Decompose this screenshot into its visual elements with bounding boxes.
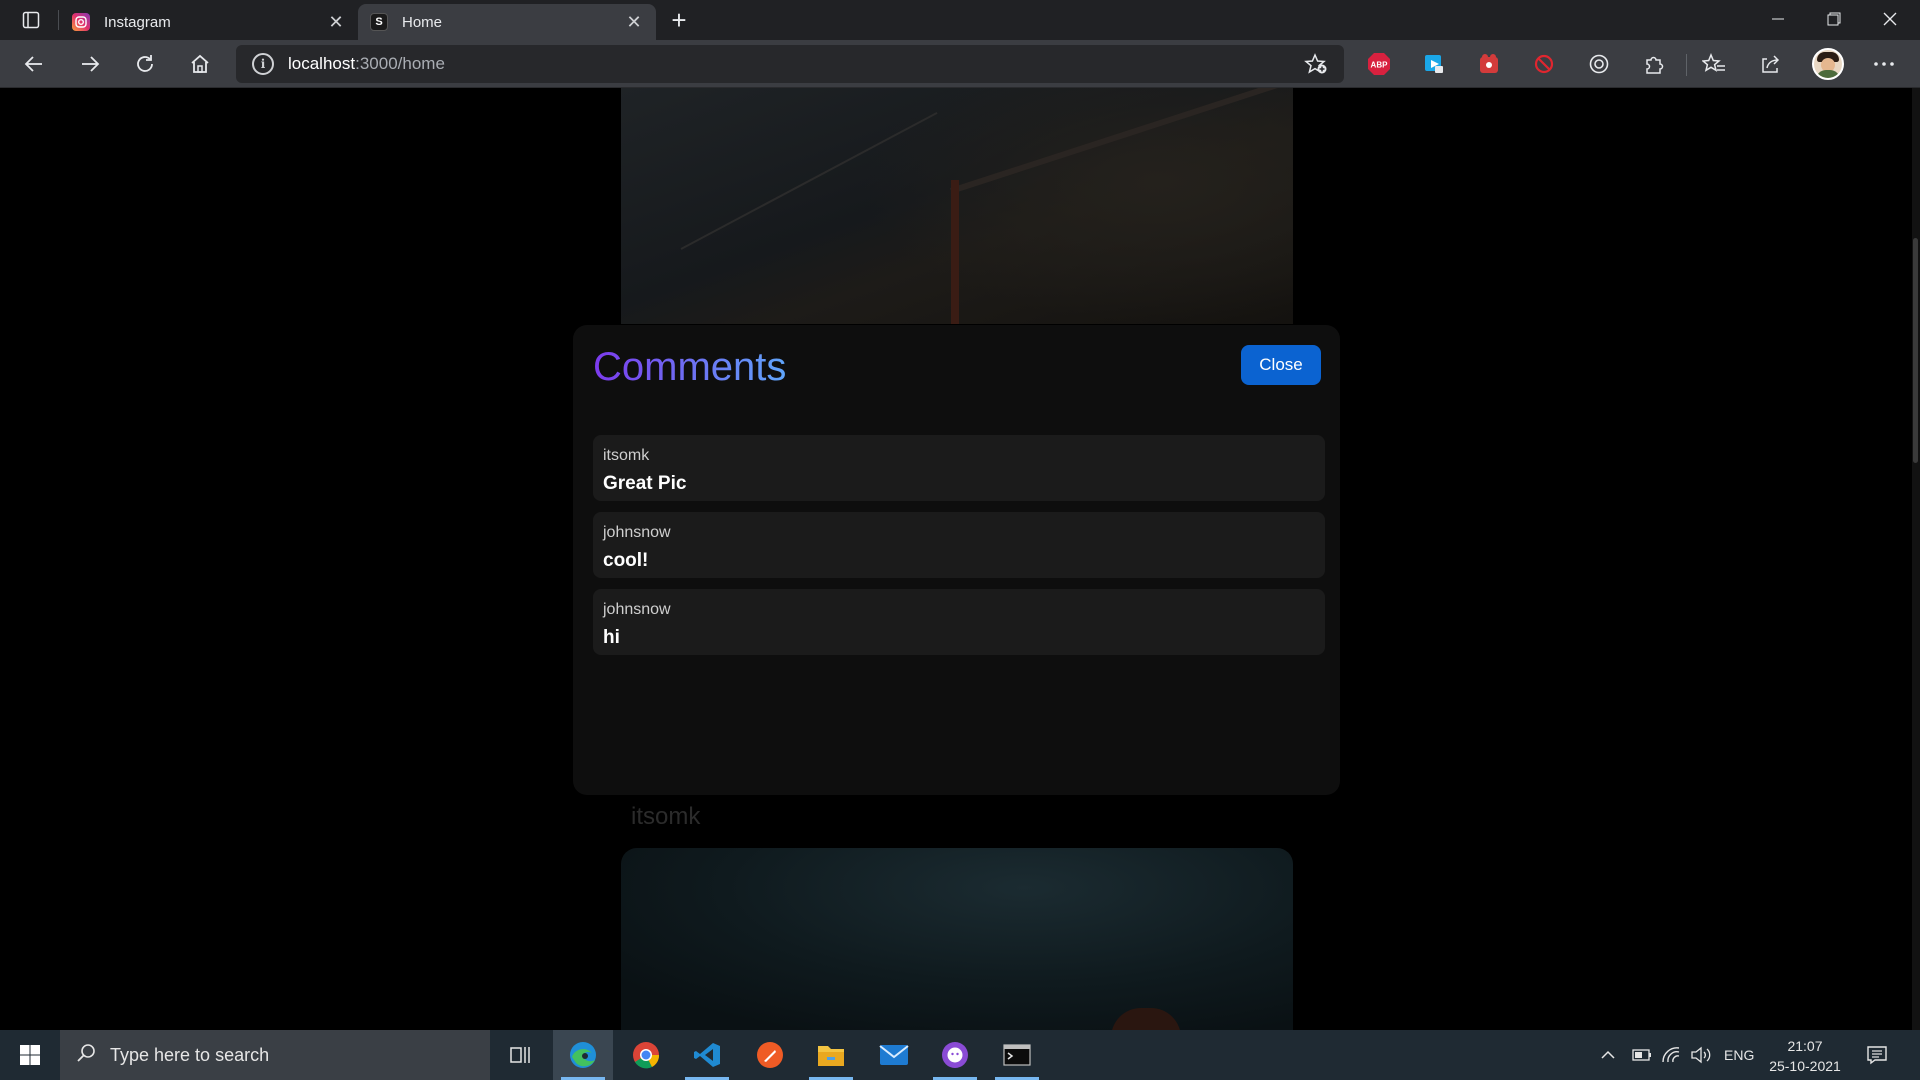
task-view-icon[interactable] [490, 1030, 550, 1080]
home-icon[interactable] [182, 46, 218, 82]
windows-start-icon[interactable] [0, 1030, 60, 1080]
back-icon[interactable] [16, 46, 52, 82]
url-path: :3000/home [355, 54, 445, 73]
comments-modal: Comments Close itsomk Great Pic johnsnow… [573, 325, 1340, 795]
volume-icon[interactable] [1690, 1030, 1712, 1080]
comment-text: Great Pic [603, 473, 687, 494]
refresh-icon[interactable] [127, 46, 163, 82]
language-indicator[interactable]: ENG [1724, 1030, 1754, 1080]
comment-username[interactable]: itsomk [603, 447, 1315, 465]
comment-item: itsomk Great Pic [593, 435, 1325, 501]
clock-date: 25-10-2021 [1769, 1058, 1841, 1074]
close-tab-icon[interactable]: ✕ [326, 12, 346, 32]
add-favorite-icon[interactable] [1304, 53, 1328, 80]
comment-item: johnsnow hi [593, 589, 1325, 655]
clock[interactable]: 21:07 25-10-2021 [1760, 1036, 1850, 1076]
post-image [621, 848, 1293, 1030]
tab-home[interactable]: S Home ✕ [358, 4, 656, 40]
search-placeholder: Type here to search [110, 1044, 270, 1065]
mail-icon[interactable] [864, 1030, 924, 1080]
tab-title: Instagram [104, 13, 171, 31]
close-tab-icon[interactable]: ✕ [624, 12, 644, 32]
instagram-icon [72, 13, 90, 31]
battery-icon[interactable] [1630, 1030, 1652, 1080]
comment-username[interactable]: johnsnow [603, 601, 1315, 619]
share-icon[interactable] [1756, 50, 1784, 78]
favorites-icon[interactable] [1700, 50, 1728, 78]
comment-text: hi [603, 627, 620, 648]
github-desktop-icon[interactable] [925, 1030, 985, 1080]
forward-icon[interactable] [72, 46, 108, 82]
clock-time: 21:07 [1787, 1038, 1823, 1054]
tab-title: Home [402, 13, 443, 31]
new-tab-button[interactable]: + [664, 6, 694, 36]
extensions-icon[interactable] [1640, 50, 1668, 78]
taskbar: Type here to search ENG 21:07 25-10-2021 [0, 1030, 1920, 1080]
chrome-icon[interactable] [616, 1030, 676, 1080]
vscode-icon[interactable] [677, 1030, 737, 1080]
more-options-icon[interactable] [1870, 50, 1898, 78]
wifi-icon[interactable] [1661, 1030, 1681, 1080]
edge-icon[interactable] [553, 1030, 613, 1080]
tab-instagram[interactable]: Instagram ✕ [60, 4, 358, 40]
show-hidden-icons[interactable] [1600, 1030, 1616, 1080]
tab-actions-icon[interactable] [14, 8, 48, 32]
post-image [621, 88, 1295, 324]
tab-bar: Instagram ✕ S Home ✕ + [0, 0, 1920, 40]
record-icon[interactable] [1585, 50, 1613, 78]
comment-text: cool! [603, 550, 649, 571]
search-icon [76, 1043, 96, 1068]
taskbar-search-box[interactable]: Type here to search [60, 1030, 490, 1080]
post-username[interactable]: itsomk [631, 803, 700, 831]
page-scrollbar[interactable] [1912, 88, 1920, 1030]
profile-avatar[interactable] [1812, 48, 1844, 80]
scrollbar-thumb[interactable] [1913, 238, 1918, 463]
page-viewport: itsomk Comments Close itsomk Great Pic j… [0, 88, 1920, 1030]
url-host: localhost [288, 54, 356, 73]
minimize-icon[interactable] [1750, 0, 1806, 38]
comment-item: johnsnow cool! [593, 512, 1325, 578]
send-icon[interactable] [1420, 50, 1448, 78]
terminal-icon[interactable] [987, 1030, 1047, 1080]
address-bar[interactable]: i localhost:3000/home [236, 45, 1344, 83]
notifications-icon[interactable] [1866, 1030, 1888, 1080]
adblock-plus-icon[interactable]: ABP [1365, 50, 1393, 78]
file-explorer-icon[interactable] [801, 1030, 861, 1080]
site-info-icon[interactable]: i [252, 53, 274, 75]
modal-title: Comments [593, 345, 787, 389]
comment-list: itsomk Great Pic johnsnow cool! johnsnow… [593, 435, 1325, 666]
browser-toolbar: i localhost:3000/home ABP [0, 40, 1920, 88]
postman-icon[interactable] [740, 1030, 800, 1080]
toolbar-divider [1686, 54, 1687, 76]
close-button[interactable]: Close [1241, 345, 1321, 385]
restore-icon[interactable] [1806, 0, 1862, 38]
comment-username[interactable]: johnsnow [603, 524, 1315, 542]
extension-red-icon[interactable] [1475, 50, 1503, 78]
close-window-icon[interactable] [1862, 0, 1918, 38]
s-icon: S [370, 13, 388, 31]
svg-text:ABP: ABP [1371, 61, 1389, 70]
tab-divider [58, 10, 59, 30]
blocked-icon[interactable] [1530, 50, 1558, 78]
